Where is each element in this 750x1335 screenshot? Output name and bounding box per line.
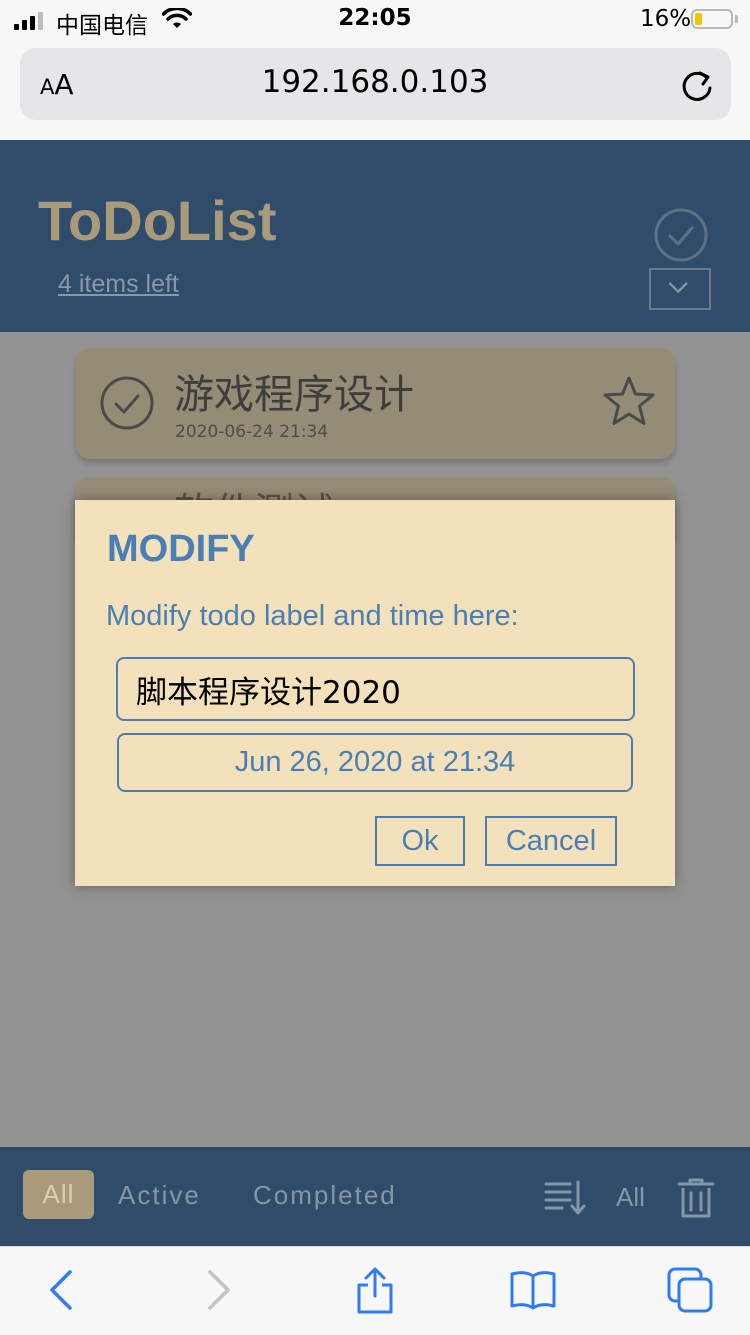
- todo-label: 软件测试: [174, 480, 334, 500]
- page-title: ToDoList: [38, 189, 277, 252]
- tabs-icon[interactable]: [666, 1266, 714, 1314]
- filter-active-button[interactable]: Active: [118, 1180, 201, 1211]
- check-circle-icon[interactable]: [652, 206, 710, 264]
- sort-icon[interactable]: [544, 1178, 586, 1218]
- filter-completed-button[interactable]: Completed: [253, 1180, 397, 1211]
- filter-all-button[interactable]: All: [23, 1170, 94, 1219]
- reload-icon[interactable]: [677, 66, 717, 106]
- star-icon[interactable]: [600, 374, 658, 430]
- todo-label: 游戏程序设计: [174, 372, 414, 418]
- ok-button[interactable]: Ok: [375, 816, 465, 866]
- dialog-title: MODIFY: [107, 528, 255, 570]
- dialog-description: Modify todo label and time here:: [106, 600, 519, 632]
- todo-datetime-input[interactable]: Jun 26, 2020 at 21:34: [117, 733, 633, 792]
- todo-time: 2020-06-24 21:34: [175, 422, 329, 442]
- url-text[interactable]: 192.168.0.103: [0, 64, 750, 100]
- share-icon[interactable]: [351, 1266, 399, 1314]
- back-icon[interactable]: [38, 1266, 86, 1314]
- clear-scope-label[interactable]: All: [616, 1182, 645, 1213]
- collapse-toggle-button[interactable]: [649, 268, 711, 310]
- battery-percent: 16%: [640, 6, 692, 32]
- battery-icon: [691, 9, 733, 29]
- bookmarks-icon[interactable]: [509, 1266, 557, 1314]
- battery-tip: [735, 15, 738, 23]
- trash-icon[interactable]: [676, 1176, 716, 1220]
- clock: 22:05: [338, 5, 412, 31]
- chevron-down-icon: [668, 282, 688, 293]
- items-left-counter: 4 items left: [58, 270, 179, 298]
- cancel-button[interactable]: Cancel: [485, 816, 617, 866]
- completed-check-icon[interactable]: [98, 374, 156, 432]
- forward-icon: [208, 1270, 230, 1310]
- todo-label-input[interactable]: [116, 657, 635, 721]
